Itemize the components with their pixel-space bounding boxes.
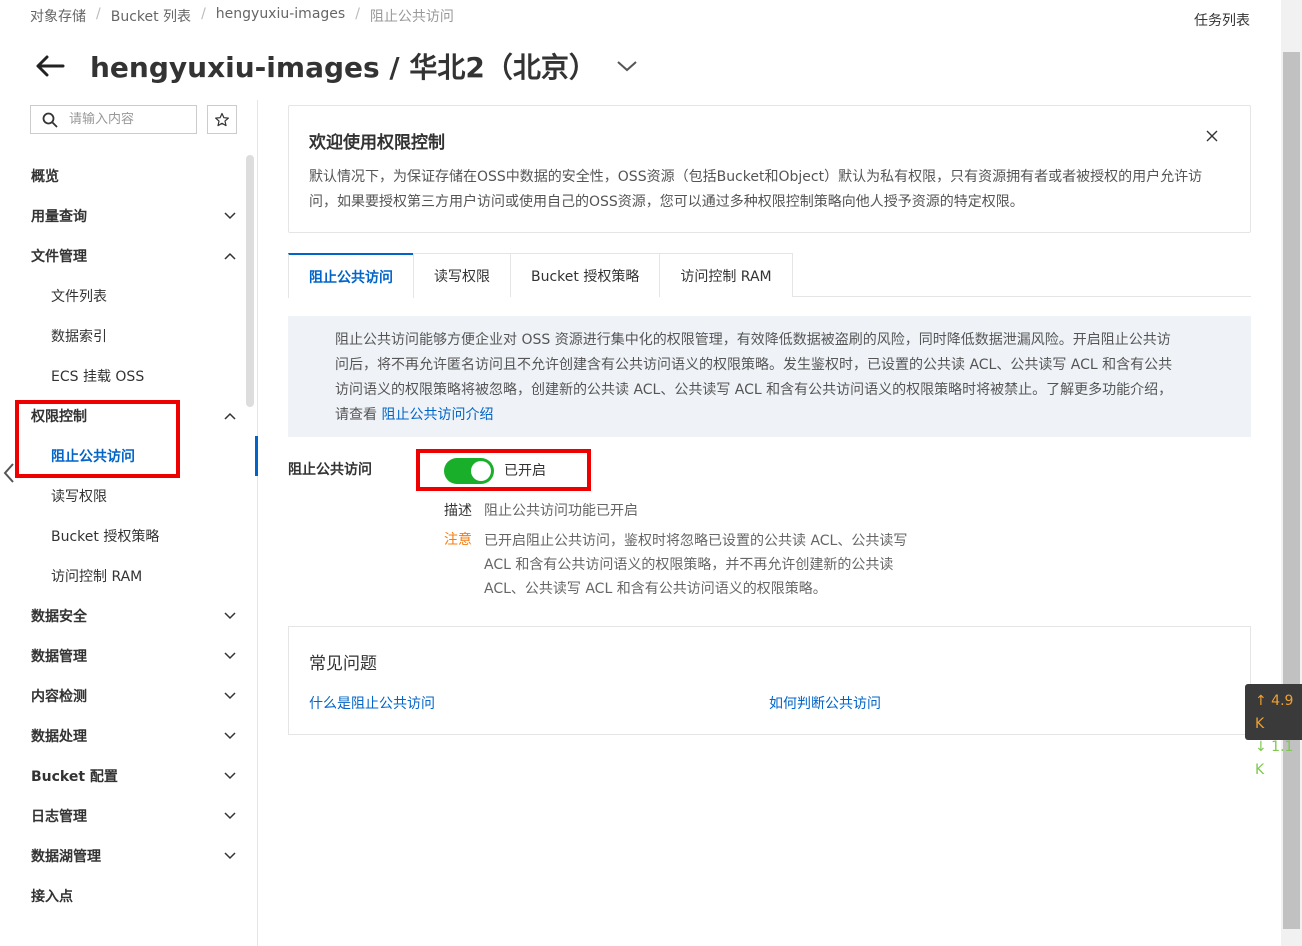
- tab-read-write[interactable]: 读写权限: [413, 253, 511, 297]
- sidebar-item-label: 日志管理: [31, 809, 87, 825]
- chevron-down-icon: [224, 772, 236, 780]
- sidebar-item-overview[interactable]: 概览: [0, 156, 250, 196]
- info-line: 阻止公共访问能够方便企业对 OSS 资源进行集中化的权限管理，有效降低数据被盗刷…: [335, 332, 1171, 348]
- upload-speed: ↑ 4.9 K: [1255, 693, 1294, 732]
- info-line: 请查看 阻止公共访问介绍: [335, 403, 1226, 428]
- faq-panel: 常见问题 什么是阻止公共访问 如何判断公共访问: [288, 626, 1251, 735]
- star-icon: [215, 112, 229, 126]
- sidebar-item-label: 数据管理: [31, 649, 87, 665]
- sidebar-item-data-lake[interactable]: 数据湖管理: [0, 836, 250, 876]
- sidebar: 概览 用量查询 文件管理 文件列表 数据索引 ECS 挂载 OSS 权限控制 阻…: [0, 100, 258, 946]
- info-line: 问后，将不再允许匿名访问且不允许创建含有公共访问语义的权限策略。发生鉴权时，已设…: [335, 357, 1173, 373]
- sidebar-search-input[interactable]: [69, 112, 189, 127]
- note-label: 注意: [444, 532, 472, 548]
- sidebar-item-label: 内容检测: [31, 689, 87, 705]
- tab-ram[interactable]: 访问控制 RAM: [659, 253, 793, 297]
- block-public-access-row: 阻止公共访问 已开启: [288, 458, 1251, 489]
- intro-link[interactable]: 阻止公共访问介绍: [381, 407, 493, 423]
- chevron-down-icon: [224, 212, 236, 220]
- description-value: 阻止公共访问功能已开启: [484, 503, 638, 519]
- region-dropdown-chevron-icon[interactable]: [615, 54, 639, 78]
- search-icon: [31, 112, 69, 128]
- welcome-text: 默认情况下，为保证存储在OSS中数据的安全性，OSS资源（包括Bucket和Ob…: [309, 169, 1203, 210]
- back-arrow-icon[interactable]: [30, 46, 70, 86]
- sidebar-item-usage[interactable]: 用量查询: [0, 196, 250, 236]
- sidebar-item-bucket-config[interactable]: Bucket 配置: [0, 756, 250, 796]
- sidebar-item-log-management[interactable]: 日志管理: [0, 796, 250, 836]
- highlight-box-sidebar: [15, 400, 180, 478]
- breadcrumb-oss[interactable]: 对象存储: [30, 6, 86, 26]
- sidebar-item-label: 数据索引: [51, 329, 107, 345]
- info-line-prefix: 请查看: [335, 407, 382, 423]
- breadcrumb-separator: /: [201, 6, 206, 22]
- breadcrumb-separator: /: [355, 6, 360, 22]
- sidebar-item-read-write[interactable]: 读写权限: [0, 476, 250, 516]
- sidebar-item-label: ECS 挂载 OSS: [51, 369, 145, 385]
- page-title: hengyuxiu-images / 华北2（北京）: [90, 51, 597, 84]
- sidebar-item-ram[interactable]: 访问控制 RAM: [0, 556, 250, 596]
- sidebar-item-data-security[interactable]: 数据安全: [0, 596, 250, 636]
- tab-block-public-access[interactable]: 阻止公共访问: [288, 253, 414, 298]
- faq-title: 常见问题: [309, 654, 377, 674]
- tab-bar: 阻止公共访问 读写权限 Bucket 授权策略 访问控制 RAM: [288, 253, 1251, 298]
- sidebar-item-file-list[interactable]: 文件列表: [0, 276, 250, 316]
- chevron-down-icon: [224, 812, 236, 820]
- sidebar-item-data-index[interactable]: 数据索引: [0, 316, 250, 356]
- network-speed-widget: ↑ 4.9 K ↓ 1.1 K: [1245, 684, 1302, 778]
- sidebar-item-file-management[interactable]: 文件管理: [0, 236, 250, 276]
- sidebar-item-data-processing[interactable]: 数据处理: [0, 716, 250, 756]
- info-line: 访问语义的权限策略将被忽略，创建新的公共读 ACL、公共读写 ACL 和含有公共…: [335, 382, 1173, 398]
- block-public-access-label: 阻止公共访问: [288, 462, 372, 478]
- page-scrollbar[interactable]: [1281, 0, 1302, 946]
- chevron-up-icon: [224, 252, 236, 260]
- sidebar-item-bucket-policy[interactable]: Bucket 授权策略: [0, 516, 250, 556]
- chevron-down-icon: [224, 732, 236, 740]
- breadcrumb-current: 阻止公共访问: [369, 9, 454, 25]
- block-public-access-toggle[interactable]: [444, 458, 494, 484]
- toggle-knob: [471, 461, 491, 481]
- close-icon[interactable]: [1204, 128, 1220, 144]
- task-list-link[interactable]: 任务列表: [1194, 10, 1250, 30]
- description-label: 描述: [444, 503, 472, 519]
- sidebar-item-label: 接入点: [31, 889, 73, 905]
- sidebar-search: [30, 105, 197, 134]
- sidebar-item-ecs-mount[interactable]: ECS 挂载 OSS: [0, 356, 250, 396]
- breadcrumb-bucket[interactable]: hengyuxiu-images: [216, 6, 345, 26]
- sidebar-item-label: 数据安全: [31, 609, 87, 625]
- welcome-title: 欢迎使用权限控制: [309, 133, 445, 153]
- welcome-panel: 欢迎使用权限控制 默认情况下，为保证存储在OSS中数据的安全性，OSS资源（包括…: [288, 105, 1251, 233]
- chevron-down-icon: [224, 612, 236, 620]
- page-scrollbar-thumb[interactable]: [1283, 52, 1300, 929]
- tab-bucket-policy[interactable]: Bucket 授权策略: [510, 253, 661, 297]
- note-value: 已开启阻止公共访问，鉴权时将忽略已设置的公共读 ACL、公共读写 ACL 和含有…: [484, 533, 908, 597]
- sidebar-item-label: 数据处理: [31, 729, 87, 745]
- sidebar-item-label: 文件列表: [51, 289, 107, 305]
- breadcrumb-separator: /: [96, 6, 101, 22]
- sidebar-item-label: 文件管理: [31, 249, 87, 265]
- faq-link-what-is[interactable]: 什么是阻止公共访问: [309, 693, 435, 713]
- sidebar-item-label: 用量查询: [31, 209, 87, 225]
- sidebar-item-label: 访问控制 RAM: [51, 569, 143, 585]
- chevron-down-icon: [224, 852, 236, 860]
- chevron-down-icon: [224, 652, 236, 660]
- active-indicator: [255, 436, 258, 476]
- chevron-down-icon: [224, 692, 236, 700]
- faq-link-how-to-judge[interactable]: 如何判断公共访问: [769, 693, 881, 713]
- breadcrumb: 对象存储 / Bucket 列表 / hengyuxiu-images / 阻止公共访…: [30, 6, 454, 26]
- info-banner: 阻止公共访问能够方便企业对 OSS 资源进行集中化的权限管理，有效降低数据被盗刷…: [288, 316, 1251, 437]
- sidebar-item-label: 数据湖管理: [31, 849, 101, 865]
- sidebar-item-label: 读写权限: [51, 489, 107, 505]
- toggle-state-text: 已开启: [504, 463, 546, 479]
- chevron-up-icon: [224, 412, 236, 420]
- download-speed: ↓ 1.1 K: [1255, 739, 1294, 778]
- sidebar-item-access-point[interactable]: 接入点: [0, 876, 250, 916]
- sidebar-item-content-detection[interactable]: 内容检测: [0, 676, 250, 716]
- favorite-star-button[interactable]: [207, 105, 237, 134]
- sidebar-item-label: Bucket 授权策略: [51, 529, 160, 545]
- title-row: hengyuxiu-images / 华北2（北京）: [30, 44, 639, 88]
- sidebar-item-label: 概览: [31, 169, 59, 185]
- sidebar-item-data-management[interactable]: 数据管理: [0, 636, 250, 676]
- sidebar-item-label: Bucket 配置: [31, 769, 118, 785]
- breadcrumb-bucket-list[interactable]: Bucket 列表: [111, 6, 191, 26]
